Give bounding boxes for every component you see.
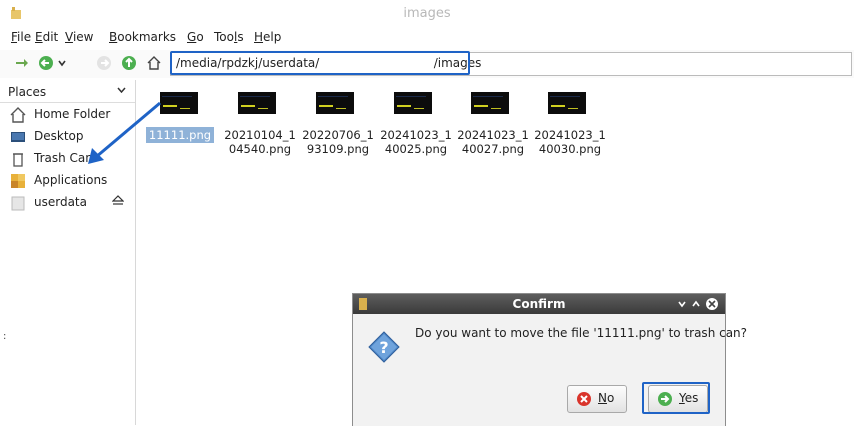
history-dropdown-icon[interactable] [57, 55, 67, 71]
forward-icon[interactable] [96, 55, 112, 71]
dialog-titlebar: Confirm [353, 294, 725, 314]
back-icon[interactable] [38, 55, 54, 71]
no-button[interactable]: No [567, 385, 627, 413]
file-name: 20241023_1 40027.png [457, 128, 529, 156]
file-thumbnail [160, 92, 198, 114]
menu-view[interactable]: View [65, 30, 93, 44]
file-thumbnail [471, 92, 509, 114]
file-thumbnail [548, 92, 586, 114]
menu-bar: File Edit View Bookmarks Go Tools Help [0, 30, 854, 48]
window-titlebar: images [0, 0, 854, 28]
file-thumbnail [394, 92, 432, 114]
sidebar-item-label: Home Folder [34, 107, 111, 121]
address-annotation-box [170, 51, 470, 75]
new-tab-icon[interactable] [14, 55, 30, 71]
sidebar-item-label: Applications [34, 173, 108, 187]
sidebar-item-label: Trash Can [34, 151, 93, 165]
window-title: images [403, 6, 451, 21]
menu-edit[interactable]: Edit [35, 30, 58, 44]
up-icon[interactable] [121, 55, 137, 71]
svg-text:?: ? [379, 338, 388, 357]
dialog-title: Confirm [512, 297, 566, 311]
desktop-icon [11, 132, 25, 142]
sidebar-item-label: Desktop [34, 129, 84, 143]
places-divider [0, 102, 135, 103]
menu-tools[interactable]: Tools [214, 30, 244, 44]
yes-annotation-box [642, 382, 710, 414]
drive-icon [11, 196, 25, 211]
minimize-icon[interactable] [678, 301, 686, 308]
menu-help[interactable]: Help [254, 30, 281, 44]
file-thumbnail [316, 92, 354, 114]
question-icon: ? [368, 331, 400, 363]
eject-icon[interactable] [112, 194, 124, 206]
file-name: 11111.png [138, 127, 222, 143]
home-icon [10, 107, 26, 123]
chevron-down-icon[interactable] [117, 87, 126, 93]
sidebar-item-label: userdata [34, 195, 87, 209]
cancel-icon [577, 392, 591, 406]
file-name: 20220706_1 93109.png [302, 128, 374, 156]
menu-go[interactable]: Go [187, 30, 204, 44]
file-name: 20241023_1 40025.png [380, 128, 452, 156]
file-name: 20210104_1 04540.png [224, 128, 296, 156]
menu-file[interactable]: File [11, 30, 31, 44]
places-sidebar: Places Home Folder Desktop Trash Can App… [0, 80, 136, 425]
places-header[interactable]: Places [8, 85, 46, 99]
menu-bookmarks[interactable]: Bookmarks [109, 30, 176, 44]
dialog-window-controls [678, 298, 718, 310]
maximize-icon[interactable] [692, 300, 700, 307]
trash-icon [13, 153, 23, 167]
home-icon[interactable] [146, 55, 162, 71]
file-name: 20241023_1 40030.png [534, 128, 606, 156]
file-thumbnail [238, 92, 276, 114]
dialog-message: Do you want to move the file '11111.png'… [415, 326, 748, 340]
applications-icon [11, 174, 25, 188]
left-edge-mark: : [3, 331, 7, 342]
